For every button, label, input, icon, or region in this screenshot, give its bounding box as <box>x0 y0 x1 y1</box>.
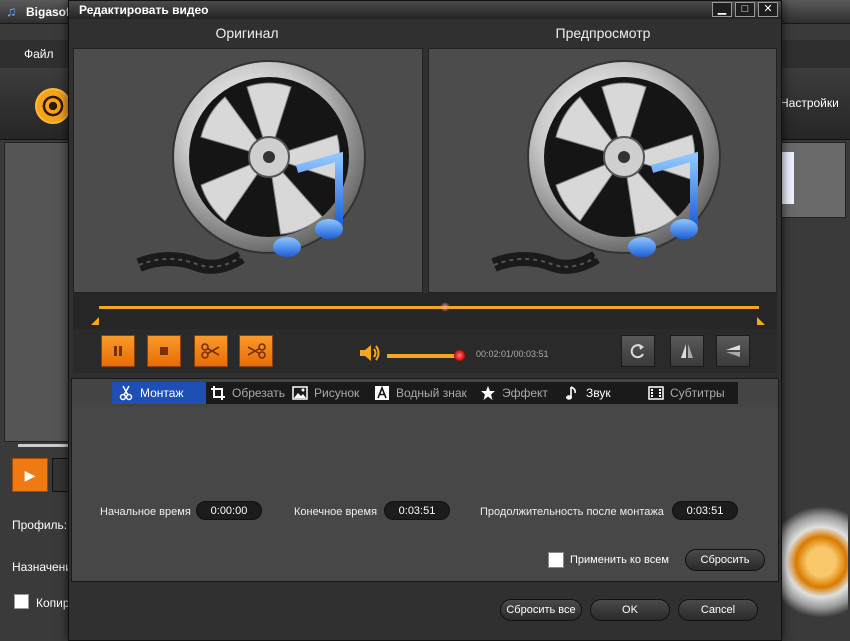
edit-tabs: Монтаж Обрезать Рисунок Водный знак Эффе… <box>112 382 738 404</box>
scissors-icon <box>247 343 266 359</box>
edit-video-dialog: Редактировать видео ▁ □ ✕ Оригинал Предп… <box>68 0 782 641</box>
timeline-bar <box>73 293 777 329</box>
start-time-field[interactable]: 0:00:00 <box>196 501 262 520</box>
settings-button[interactable]: Настройки <box>780 96 839 110</box>
trim-settings: Начальное время 0:00:00 Конечное время 0… <box>72 407 778 581</box>
background-file-list <box>4 142 70 442</box>
tab-trim-label: Монтаж <box>140 386 184 400</box>
add-video-reel-icon[interactable] <box>35 88 71 124</box>
trim-start-handle[interactable] <box>91 317 99 325</box>
maximize-button[interactable]: □ <box>735 2 755 17</box>
end-time-field[interactable]: 0:03:51 <box>384 501 450 520</box>
flip-vertical-icon <box>726 345 740 357</box>
tab-watermark[interactable]: Водный знак <box>374 382 478 404</box>
tab-crop[interactable]: Обрезать <box>210 382 290 404</box>
menu-file[interactable]: Файл <box>24 47 54 61</box>
scissors-icon <box>201 343 220 359</box>
star-icon <box>480 385 496 401</box>
playback-controls: 00:02:01/00:03:51 <box>73 329 777 373</box>
end-time-label: Конечное время <box>294 506 378 518</box>
subtitles-icon <box>648 385 664 401</box>
convert-button[interactable] <box>772 500 848 624</box>
tab-trim[interactable]: Монтаж <box>112 382 206 404</box>
tab-sound-label: Звук <box>586 386 611 400</box>
rotate-button[interactable] <box>621 335 655 367</box>
close-button[interactable]: ✕ <box>758 2 778 17</box>
tab-crop-label: Обрезать <box>232 386 285 400</box>
copy-label: Копир <box>36 596 70 610</box>
copy-checkbox[interactable] <box>14 594 29 609</box>
background-app-title: Bigasoft <box>26 5 74 19</box>
music-note-icon: ♫ <box>6 3 17 19</box>
dialog-title: Редактировать видео <box>79 3 209 17</box>
scissors-icon <box>118 385 134 401</box>
timeline-track[interactable] <box>99 306 759 309</box>
pause-button[interactable] <box>101 335 135 367</box>
profile-label: Профиль: <box>12 518 68 532</box>
tab-effect[interactable]: Эффект <box>480 382 560 404</box>
background-play-button[interactable]: ▶ <box>12 458 48 492</box>
stop-icon <box>160 347 168 355</box>
flip-horizontal-icon <box>681 344 693 358</box>
original-video-pane <box>73 48 423 293</box>
volume-slider[interactable] <box>387 354 459 358</box>
duration-field: 0:03:51 <box>672 501 738 520</box>
rotate-icon <box>630 344 644 359</box>
dialog-titlebar[interactable]: Редактировать видео ▁ □ ✕ <box>69 1 781 19</box>
play-icon: ▶ <box>24 466 36 483</box>
tab-sound[interactable]: Звук <box>564 382 644 404</box>
background-seek-bar[interactable] <box>18 444 68 447</box>
picture-icon <box>292 385 308 401</box>
time-readout: 00:02:01/00:03:51 <box>476 349 549 359</box>
watermark-icon <box>374 385 390 401</box>
file-icon <box>782 152 794 204</box>
trim-end-handle[interactable] <box>757 317 765 325</box>
tab-picture-label: Рисунок <box>314 386 360 400</box>
pause-icon <box>114 346 122 356</box>
volume-slider-knob[interactable] <box>453 350 465 361</box>
minimize-button[interactable]: ▁ <box>712 2 732 17</box>
original-label: Оригинал <box>215 25 279 41</box>
tab-picture[interactable]: Рисунок <box>292 382 372 404</box>
destination-label: Назначени <box>12 560 72 574</box>
stop-button[interactable] <box>147 335 181 367</box>
speaker-icon[interactable] <box>358 343 382 363</box>
music-note-icon <box>564 385 580 401</box>
cut-button[interactable] <box>194 335 228 367</box>
preview-video-pane <box>428 48 777 293</box>
flip-vertical-button[interactable] <box>716 335 750 367</box>
film-reel-music-icon <box>491 60 721 274</box>
tab-effect-label: Эффект <box>502 386 548 400</box>
ok-button[interactable]: OK <box>590 599 670 621</box>
reset-button[interactable]: Сбросить <box>685 549 765 571</box>
cancel-button[interactable]: Cancel <box>678 599 758 621</box>
start-time-label: Начальное время <box>100 506 191 518</box>
tab-subtitles[interactable]: Субтитры <box>648 382 740 404</box>
edit-panel: Монтаж Обрезать Рисунок Водный знак Эффе… <box>71 378 779 582</box>
tab-watermark-label: Водный знак <box>396 386 467 400</box>
playhead[interactable] <box>439 302 450 312</box>
crop-icon <box>210 385 226 401</box>
tab-subtitles-label: Субтитры <box>670 386 725 400</box>
preview-label: Предпросмотр <box>555 25 651 41</box>
split-button[interactable] <box>239 335 273 367</box>
flip-horizontal-button[interactable] <box>670 335 704 367</box>
film-reel-music-icon <box>136 60 366 274</box>
reset-all-button[interactable]: Сбросить все <box>500 599 582 621</box>
duration-label: Продолжительность после монтажа <box>480 506 664 518</box>
apply-to-all-checkbox[interactable] <box>548 552 564 568</box>
apply-to-all-label[interactable]: Применить ко всем <box>570 554 669 566</box>
